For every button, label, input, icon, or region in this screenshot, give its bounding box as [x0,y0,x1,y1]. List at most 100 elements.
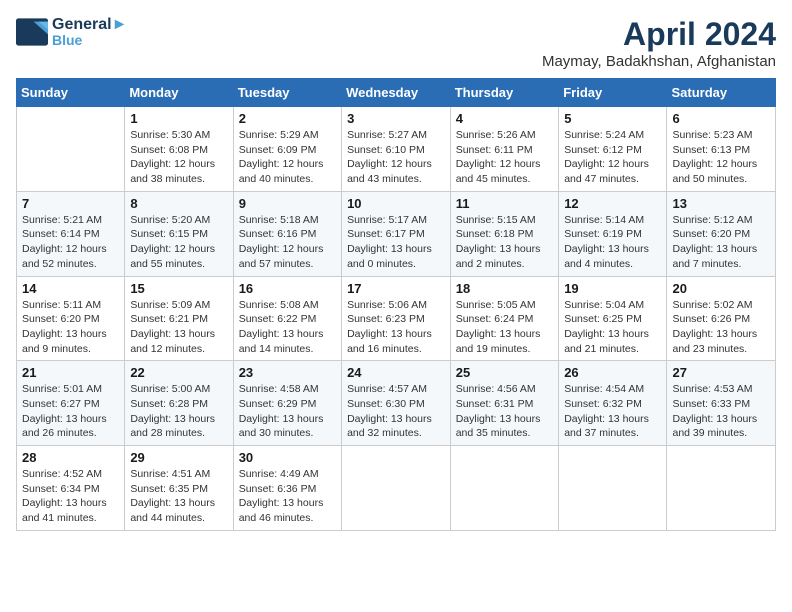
calendar-cell: 25 Sunrise: 4:56 AMSunset: 6:31 PMDayligh… [450,361,558,446]
calendar-week-row: 21Sunrise: 5:01 AMSunset: 6:27 PMDayligh… [17,361,776,446]
day-info: Sunrise: 5:02 AMSunset: 6:26 PMDaylight:… [672,298,770,357]
day-number: 16 [239,281,336,296]
day-number: 18 [456,281,553,296]
day-info: Sunrise: 4:54 AMSunset: 6:32 PMDaylight:… [564,382,661,441]
day-info: Sunrise: 5:08 AMSunset: 6:22 PMDaylight:… [239,298,336,357]
day-number: 5 [564,111,661,126]
calendar-cell [342,446,451,531]
weekday-header: Sunday [17,79,125,107]
day-number: 1 [130,111,227,126]
calendar-cell: 13 Sunrise: 5:12 AMSunset: 6:20 PMDayligh… [667,191,776,276]
day-info: Sunrise: 5:05 AMSunset: 6:24 PMDaylight:… [456,298,553,357]
calendar-cell: 27 Sunrise: 4:53 AMSunset: 6:33 PMDayligh… [667,361,776,446]
day-info: Sunrise: 5:12 AMSunset: 6:20 PMDaylight:… [672,213,770,272]
calendar-cell: 8Sunrise: 5:20 AMSunset: 6:15 PMDaylight… [125,191,233,276]
day-number: 22 [130,365,227,380]
calendar-cell: 24Sunrise: 4:57 AMSunset: 6:30 PMDayligh… [342,361,451,446]
calendar-cell [17,107,125,192]
calendar-table: SundayMondayTuesdayWednesdayThursdayFrid… [16,78,776,531]
title-block: April 2024 Maymay, Badakhshan, Afghanist… [542,16,776,70]
calendar-cell [559,446,667,531]
calendar-cell: 16 Sunrise: 5:08 AMSunset: 6:22 PMDayligh… [233,276,341,361]
calendar-cell: 9 Sunrise: 5:18 AMSunset: 6:16 PMDaylight… [233,191,341,276]
day-number: 13 [672,196,770,211]
weekday-header: Friday [559,79,667,107]
day-info: Sunrise: 5:24 AMSunset: 6:12 PMDaylight:… [564,128,661,187]
calendar-cell: 1 Sunrise: 5:30 AMSunset: 6:08 PMDaylight… [125,107,233,192]
day-number: 2 [239,111,336,126]
day-info: Sunrise: 4:53 AMSunset: 6:33 PMDaylight:… [672,382,770,441]
day-number: 20 [672,281,770,296]
day-info: Sunrise: 5:15 AMSunset: 6:18 PMDaylight:… [456,213,553,272]
day-info: Sunrise: 5:06 AMSunset: 6:23 PMDaylight:… [347,298,445,357]
day-info: Sunrise: 5:27 AMSunset: 6:10 PMDaylight:… [347,128,445,187]
day-info: Sunrise: 5:20 AMSunset: 6:15 PMDaylight:… [130,213,227,272]
day-info: Sunrise: 5:18 AMSunset: 6:16 PMDaylight:… [239,213,336,272]
day-info: Sunrise: 5:23 AMSunset: 6:13 PMDaylight:… [672,128,770,187]
day-info: Sunrise: 4:56 AMSunset: 6:31 PMDaylight:… [456,382,553,441]
calendar-cell [667,446,776,531]
calendar-cell: 12 Sunrise: 5:14 AMSunset: 6:19 PMDayligh… [559,191,667,276]
day-number: 25 [456,365,553,380]
day-number: 27 [672,365,770,380]
day-number: 14 [22,281,119,296]
calendar-cell: 15Sunrise: 5:09 AMSunset: 6:21 PMDayligh… [125,276,233,361]
calendar-cell: 19 Sunrise: 5:04 AMSunset: 6:25 PMDayligh… [559,276,667,361]
calendar-cell: 29Sunrise: 4:51 AMSunset: 6:35 PMDayligh… [125,446,233,531]
calendar-cell: 4 Sunrise: 5:26 AMSunset: 6:11 PMDaylight… [450,107,558,192]
day-number: 11 [456,196,553,211]
calendar-week-row: 7Sunrise: 5:21 AMSunset: 6:14 PMDaylight… [17,191,776,276]
weekday-header: Wednesday [342,79,451,107]
day-number: 28 [22,450,119,465]
location: Maymay, Badakhshan, Afghanistan [542,53,776,70]
day-number: 29 [130,450,227,465]
day-info: Sunrise: 5:00 AMSunset: 6:28 PMDaylight:… [130,382,227,441]
calendar-cell: 7Sunrise: 5:21 AMSunset: 6:14 PMDaylight… [17,191,125,276]
day-info: Sunrise: 5:30 AMSunset: 6:08 PMDaylight:… [130,128,227,187]
day-info: Sunrise: 5:14 AMSunset: 6:19 PMDaylight:… [564,213,661,272]
calendar-week-row: 14 Sunrise: 5:11 AMSunset: 6:20 PMDayligh… [17,276,776,361]
day-info: Sunrise: 5:11 AMSunset: 6:20 PMDaylight:… [22,298,119,357]
day-number: 10 [347,196,445,211]
day-info: Sunrise: 4:52 AMSunset: 6:34 PMDaylight:… [22,467,119,526]
day-info: Sunrise: 4:49 AMSunset: 6:36 PMDaylight:… [239,467,336,526]
day-number: 9 [239,196,336,211]
calendar-cell: 21Sunrise: 5:01 AMSunset: 6:27 PMDayligh… [17,361,125,446]
weekday-header: Tuesday [233,79,341,107]
day-number: 12 [564,196,661,211]
calendar-cell: 17 Sunrise: 5:06 AMSunset: 6:23 PMDayligh… [342,276,451,361]
calendar-cell: 5 Sunrise: 5:24 AMSunset: 6:12 PMDaylight… [559,107,667,192]
calendar-week-row: 1 Sunrise: 5:30 AMSunset: 6:08 PMDaylight… [17,107,776,192]
day-number: 4 [456,111,553,126]
month-title: April 2024 [542,16,776,53]
day-info: Sunrise: 5:01 AMSunset: 6:27 PMDaylight:… [22,382,119,441]
calendar-cell: 20 Sunrise: 5:02 AMSunset: 6:26 PMDayligh… [667,276,776,361]
day-number: 6 [672,111,770,126]
weekday-header: Monday [125,79,233,107]
weekday-header: Thursday [450,79,558,107]
logo-text: General► Blue [52,16,127,48]
logo-icon [16,18,48,46]
day-info: Sunrise: 4:57 AMSunset: 6:30 PMDaylight:… [347,382,445,441]
calendar-cell: 28 Sunrise: 4:52 AMSunset: 6:34 PMDayligh… [17,446,125,531]
calendar-cell: 14 Sunrise: 5:11 AMSunset: 6:20 PMDayligh… [17,276,125,361]
calendar-cell: 2Sunrise: 5:29 AMSunset: 6:09 PMDaylight… [233,107,341,192]
calendar-header-row: SundayMondayTuesdayWednesdayThursdayFrid… [17,79,776,107]
day-number: 19 [564,281,661,296]
day-info: Sunrise: 5:04 AMSunset: 6:25 PMDaylight:… [564,298,661,357]
calendar-cell: 18 Sunrise: 5:05 AMSunset: 6:24 PMDayligh… [450,276,558,361]
day-number: 30 [239,450,336,465]
weekday-header: Saturday [667,79,776,107]
calendar-cell: 11 Sunrise: 5:15 AMSunset: 6:18 PMDayligh… [450,191,558,276]
calendar-cell: 26Sunrise: 4:54 AMSunset: 6:32 PMDayligh… [559,361,667,446]
calendar-cell: 23 Sunrise: 4:58 AMSunset: 6:29 PMDayligh… [233,361,341,446]
calendar-cell: 30 Sunrise: 4:49 AMSunset: 6:36 PMDayligh… [233,446,341,531]
day-info: Sunrise: 4:58 AMSunset: 6:29 PMDaylight:… [239,382,336,441]
calendar-cell: 3Sunrise: 5:27 AMSunset: 6:10 PMDaylight… [342,107,451,192]
logo: General► Blue [16,16,127,48]
day-info: Sunrise: 5:26 AMSunset: 6:11 PMDaylight:… [456,128,553,187]
day-number: 17 [347,281,445,296]
page-header: General► Blue April 2024 Maymay, Badakhs… [16,16,776,70]
day-number: 23 [239,365,336,380]
calendar-cell: 10Sunrise: 5:17 AMSunset: 6:17 PMDayligh… [342,191,451,276]
